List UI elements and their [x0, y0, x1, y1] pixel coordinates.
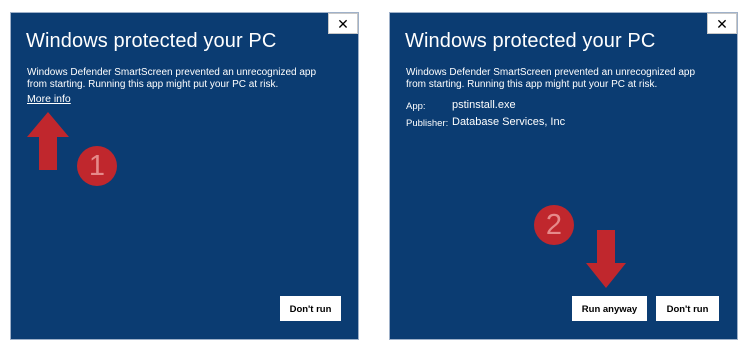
- more-info-link[interactable]: More info: [27, 93, 71, 105]
- step-number-badge: 1: [77, 146, 117, 186]
- smartscreen-dialog-more-info: ✕ Windows protected your PC Windows Defe…: [10, 12, 359, 340]
- dialog-title: Windows protected your PC: [26, 30, 277, 52]
- close-button[interactable]: ✕: [328, 13, 358, 34]
- dialog-title: Windows protected your PC: [405, 30, 656, 52]
- publisher-label: Publisher:: [406, 118, 449, 129]
- arrow-up-icon: [27, 112, 69, 170]
- arrow-down-icon: [586, 230, 626, 288]
- run-anyway-button[interactable]: Run anyway: [572, 296, 647, 321]
- app-name: pstinstall.exe: [452, 99, 516, 111]
- warning-message: Windows Defender SmartScreen prevented a…: [406, 67, 696, 90]
- smartscreen-dialog-run-anyway: ✕ Windows protected your PC Windows Defe…: [389, 12, 738, 340]
- publisher-name: Database Services, Inc: [452, 116, 566, 128]
- app-label: App:: [406, 101, 426, 112]
- warning-message: Windows Defender SmartScreen prevented a…: [27, 67, 317, 90]
- close-button[interactable]: ✕: [707, 13, 737, 34]
- dont-run-button[interactable]: Don't run: [280, 296, 341, 321]
- dont-run-button[interactable]: Don't run: [656, 296, 719, 321]
- step-number-badge: 2: [534, 205, 574, 245]
